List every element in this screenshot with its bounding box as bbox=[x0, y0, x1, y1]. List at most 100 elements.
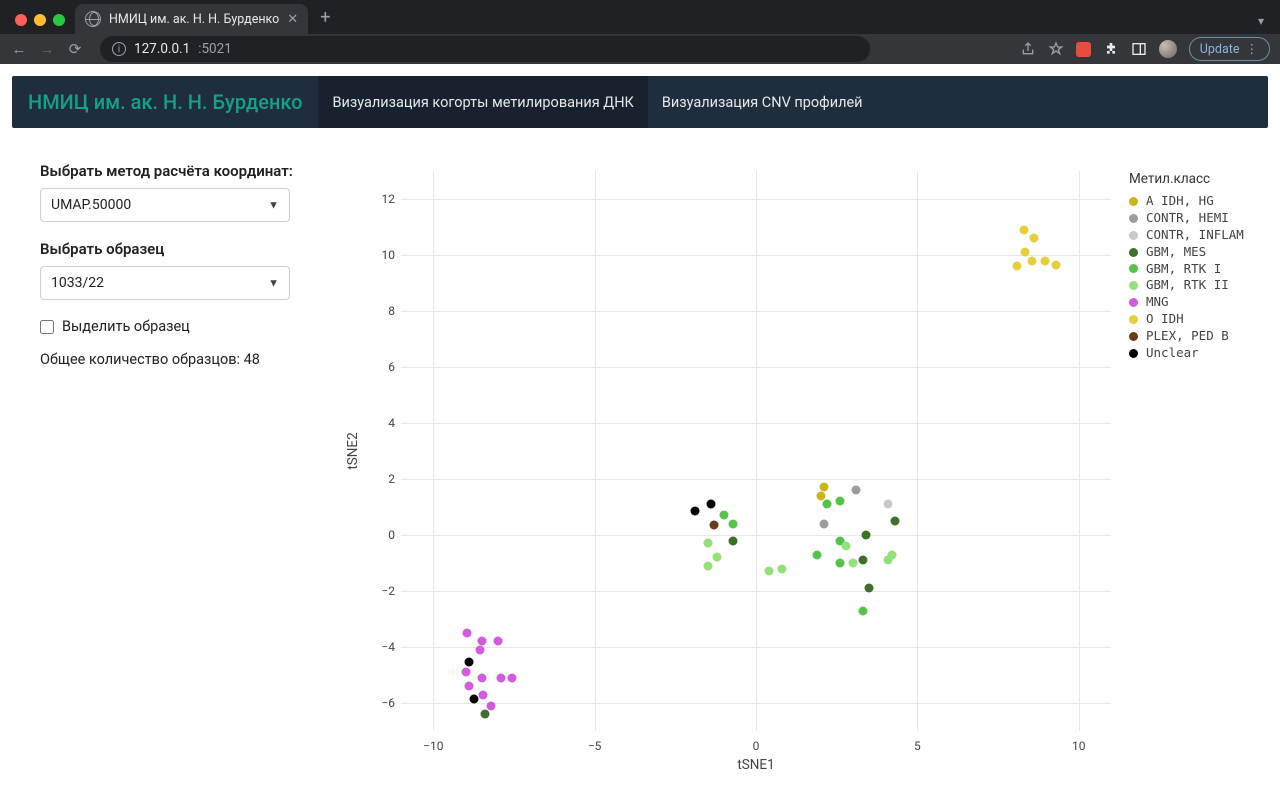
browser-chrome: НМИЦ им. ак. Н. Н. Бурденко ✕ + ▾ ← → ⟳ … bbox=[0, 0, 1280, 64]
highlight-checkbox[interactable] bbox=[40, 320, 54, 334]
gridline-h bbox=[401, 311, 1111, 312]
sample-value: 1033/22 bbox=[51, 275, 104, 291]
data-point[interactable] bbox=[713, 553, 722, 562]
data-point[interactable] bbox=[464, 682, 473, 691]
data-point[interactable] bbox=[858, 606, 867, 615]
legend-item[interactable]: CONTR, INFLAM bbox=[1129, 227, 1261, 244]
sample-dropdown[interactable]: 1033/22 ▼ bbox=[40, 266, 290, 300]
data-point[interactable] bbox=[706, 500, 715, 509]
legend-item[interactable]: GBM, MES bbox=[1129, 244, 1261, 261]
data-point[interactable] bbox=[477, 673, 486, 682]
new-tab-button[interactable]: + bbox=[320, 7, 330, 28]
legend-item[interactable]: A IDH, HG bbox=[1129, 193, 1261, 210]
legend-dot-icon bbox=[1129, 298, 1138, 307]
legend-label: CONTR, INFLAM bbox=[1146, 227, 1244, 244]
data-point[interactable] bbox=[852, 486, 861, 495]
data-point[interactable] bbox=[497, 673, 506, 682]
window-controls[interactable] bbox=[15, 14, 65, 26]
brand-title[interactable]: НМИЦ им. ак. Н. Н. Бурденко bbox=[12, 76, 318, 128]
update-button[interactable]: Update ⋮ bbox=[1189, 37, 1270, 61]
data-point[interactable] bbox=[476, 645, 485, 654]
data-point[interactable] bbox=[848, 559, 857, 568]
legend-item[interactable]: O IDH bbox=[1129, 311, 1261, 328]
menu-dots-icon[interactable]: ⋮ bbox=[1246, 41, 1260, 57]
data-point[interactable] bbox=[816, 491, 825, 500]
legend-item[interactable]: Unclear bbox=[1129, 345, 1261, 362]
data-point[interactable] bbox=[1029, 234, 1038, 243]
update-label: Update bbox=[1200, 42, 1240, 57]
data-point[interactable] bbox=[469, 694, 478, 703]
data-point[interactable] bbox=[480, 710, 489, 719]
data-point[interactable] bbox=[479, 690, 488, 699]
data-point[interactable] bbox=[463, 629, 472, 638]
data-point[interactable] bbox=[861, 531, 870, 540]
data-point[interactable] bbox=[703, 539, 712, 548]
data-point[interactable] bbox=[835, 497, 844, 506]
data-point[interactable] bbox=[1013, 262, 1022, 271]
tabs-menu-icon[interactable]: ▾ bbox=[1258, 14, 1264, 28]
minimize-window-icon[interactable] bbox=[34, 14, 46, 26]
legend-item[interactable]: PLEX, PED B bbox=[1129, 328, 1261, 345]
legend-item[interactable]: MNG bbox=[1129, 294, 1261, 311]
close-tab-icon[interactable]: ✕ bbox=[287, 12, 298, 27]
close-window-icon[interactable] bbox=[15, 14, 27, 26]
data-point[interactable] bbox=[764, 567, 773, 576]
data-point[interactable] bbox=[819, 519, 828, 528]
share-icon[interactable] bbox=[1020, 41, 1036, 57]
extensions-icon[interactable] bbox=[1103, 41, 1119, 57]
data-point[interactable] bbox=[703, 561, 712, 570]
data-point[interactable] bbox=[887, 550, 896, 559]
browser-tab[interactable]: НМИЦ им. ак. Н. Н. Бурденко ✕ bbox=[75, 4, 308, 34]
data-point[interactable] bbox=[835, 559, 844, 568]
x-tick-label: 5 bbox=[914, 739, 921, 753]
data-point[interactable] bbox=[1019, 225, 1028, 234]
nav-tab-methylation[interactable]: Визуализация когорты метилирования ДНК bbox=[318, 76, 647, 128]
data-point[interactable] bbox=[864, 584, 873, 593]
profile-avatar-icon[interactable] bbox=[1159, 40, 1177, 58]
side-panel-icon[interactable] bbox=[1131, 41, 1147, 57]
back-icon[interactable]: ← bbox=[10, 40, 28, 58]
data-point[interactable] bbox=[690, 507, 699, 516]
content: Выбрать метод расчёта координат: UMAP.50… bbox=[0, 128, 1280, 788]
y-tick-label: 0 bbox=[359, 528, 395, 542]
data-point[interactable] bbox=[729, 536, 738, 545]
data-point[interactable] bbox=[884, 500, 893, 509]
site-info-icon[interactable]: i bbox=[112, 42, 126, 56]
maximize-window-icon[interactable] bbox=[53, 14, 65, 26]
legend-item[interactable]: GBM, RTK II bbox=[1129, 277, 1261, 294]
x-tick-label: −10 bbox=[423, 739, 443, 753]
data-point[interactable] bbox=[1052, 260, 1061, 269]
data-point[interactable] bbox=[890, 517, 899, 526]
data-point[interactable] bbox=[858, 556, 867, 565]
data-point[interactable] bbox=[729, 519, 738, 528]
method-dropdown[interactable]: UMAP.50000 ▼ bbox=[40, 188, 290, 222]
data-point[interactable] bbox=[1027, 256, 1036, 265]
legend-dot-icon bbox=[1129, 248, 1138, 257]
data-point[interactable] bbox=[777, 564, 786, 573]
globe-icon bbox=[85, 11, 101, 27]
highlight-checkbox-row[interactable]: Выделить образец bbox=[40, 318, 308, 335]
data-point[interactable] bbox=[1021, 248, 1030, 257]
nav-tab-cnv[interactable]: Визуализация CNV профилей bbox=[648, 76, 877, 128]
data-point[interactable] bbox=[493, 637, 502, 646]
address-bar[interactable]: i 127.0.0.1:5021 bbox=[100, 36, 870, 62]
extension-icon[interactable] bbox=[1076, 42, 1091, 57]
data-point[interactable] bbox=[719, 511, 728, 520]
data-point[interactable] bbox=[1040, 256, 1049, 265]
data-point[interactable] bbox=[710, 521, 719, 530]
data-point[interactable] bbox=[487, 701, 496, 710]
data-point[interactable] bbox=[842, 542, 851, 551]
reload-icon[interactable]: ⟳ bbox=[66, 40, 84, 58]
star-icon[interactable] bbox=[1048, 41, 1064, 57]
data-point[interactable] bbox=[813, 550, 822, 559]
legend-item[interactable]: CONTR, HEMI bbox=[1129, 210, 1261, 227]
legend-item[interactable]: GBM, RTK I bbox=[1129, 261, 1261, 278]
data-point[interactable] bbox=[819, 483, 828, 492]
scatter-plot[interactable]: tSNE2 tSNE1 −10−50510−6−4−2024681012 bbox=[401, 171, 1111, 731]
data-point[interactable] bbox=[464, 658, 473, 667]
legend-label: CONTR, HEMI bbox=[1146, 210, 1229, 227]
data-point[interactable] bbox=[508, 673, 517, 682]
y-tick-label: 6 bbox=[359, 360, 395, 374]
data-point[interactable] bbox=[823, 500, 832, 509]
data-point[interactable] bbox=[461, 668, 470, 677]
